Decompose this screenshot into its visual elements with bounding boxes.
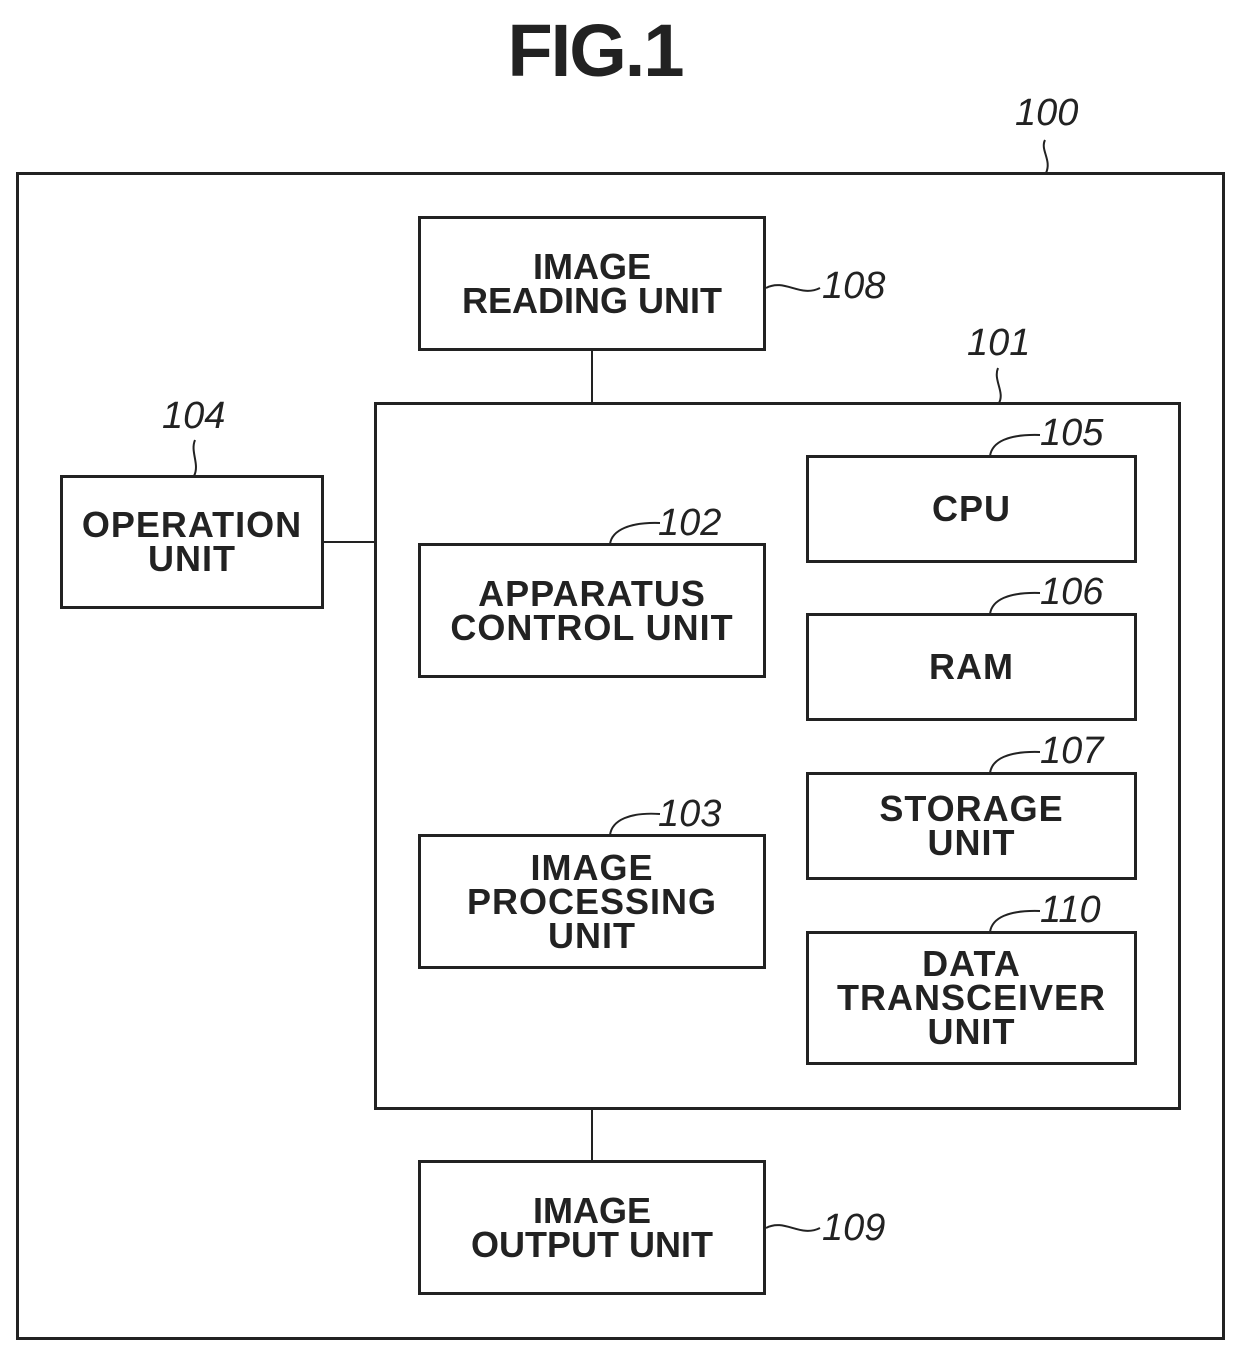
ref-110: 110 xyxy=(1040,889,1101,931)
image-output-unit-label: IMAGE OUTPUT UNIT xyxy=(471,1189,713,1265)
ref-103: 103 xyxy=(658,793,722,835)
figure-title: FIG.1 xyxy=(507,9,684,92)
cpu-block: CPU xyxy=(806,455,1137,563)
image-reading-unit-label: IMAGE READING UNIT xyxy=(462,245,722,321)
apparatus-control-unit-label: APPARATUS CONTROL UNIT xyxy=(450,572,734,648)
image-reading-unit: IMAGE READING UNIT xyxy=(418,216,766,351)
ref-108: 108 xyxy=(822,265,886,307)
cpu-label: CPU xyxy=(931,488,1011,529)
storage-unit: STORAGE UNIT xyxy=(806,772,1137,880)
ref-105: 105 xyxy=(1040,412,1104,454)
ref-107: 107 xyxy=(1040,730,1104,772)
ref-100: 100 xyxy=(1015,92,1079,134)
leader-100 xyxy=(1042,139,1049,174)
ref-101: 101 xyxy=(967,322,1031,364)
operation-unit-label: OPERATION UNIT xyxy=(81,504,303,579)
ref-102: 102 xyxy=(658,502,722,544)
image-output-unit: IMAGE OUTPUT UNIT xyxy=(418,1160,766,1295)
apparatus-control-unit: APPARATUS CONTROL UNIT xyxy=(418,543,766,678)
image-processing-unit-label: IMAGE PROCESSING UNIT xyxy=(466,846,718,956)
operation-unit: OPERATION UNIT xyxy=(60,475,324,609)
ref-109: 109 xyxy=(822,1207,886,1249)
storage-unit-label: STORAGE UNIT xyxy=(879,788,1064,863)
data-transceiver-unit-label: DATA TRANSCEIVER UNIT xyxy=(836,943,1107,1052)
ram-block: RAM xyxy=(806,613,1137,721)
ram-label: RAM xyxy=(929,646,1014,687)
data-transceiver-unit: DATA TRANSCEIVER UNIT xyxy=(806,931,1137,1065)
image-processing-unit: IMAGE PROCESSING UNIT xyxy=(418,834,766,969)
ref-106: 106 xyxy=(1040,571,1104,613)
ref-104: 104 xyxy=(162,395,226,437)
